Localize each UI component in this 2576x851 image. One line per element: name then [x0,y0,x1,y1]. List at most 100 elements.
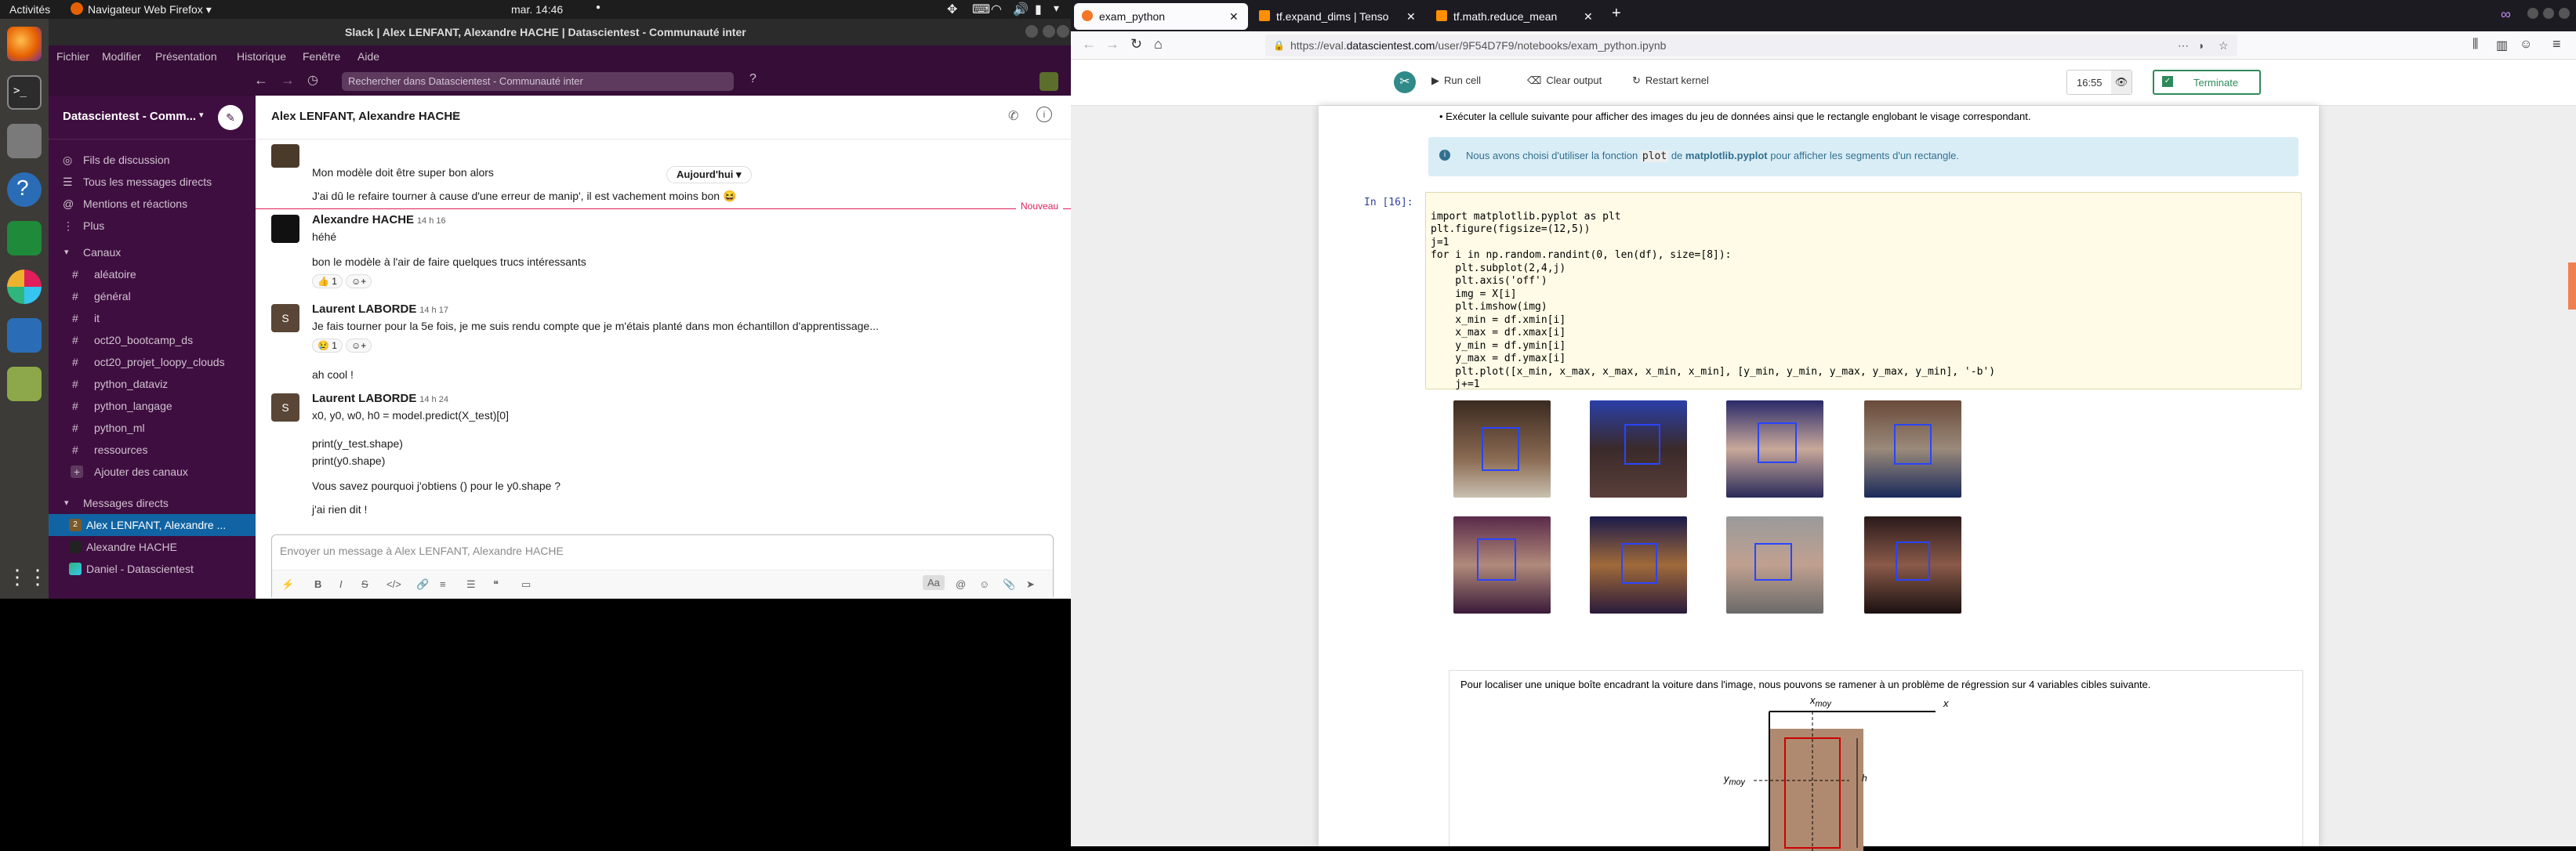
menu-historique[interactable]: Historique [237,50,286,63]
ordered-list-icon[interactable]: ≡ [440,578,446,590]
sidebar-item-channel[interactable]: # aléatoire [49,263,256,285]
avatar[interactable]: S [271,304,299,332]
strikethrough-icon[interactable]: S [361,578,368,590]
tab-tf-expand-dims[interactable]: tf.expand_dims | Tenso ✕ [1251,3,1425,30]
author-name[interactable]: Laurent LABORDE [312,302,416,316]
reload-icon[interactable]: ↻ [1130,36,1142,53]
search-input[interactable]: Rechercher dans Datascientest - Communau… [342,72,734,91]
sidebar-item-all-dms[interactable]: ☰ Tous les messages directs [49,171,256,193]
add-reaction-icon[interactable]: ☺+ [345,339,372,353]
link-icon[interactable]: 🔗 [416,578,429,591]
dm-section-header[interactable]: ▾ Messages directs [49,492,256,514]
menu-fenetre[interactable]: Fenêtre [303,50,340,63]
files-dock-icon[interactable] [7,124,42,158]
sidebar-item-channel[interactable]: # it [49,307,256,329]
code-block-icon[interactable]: ▭ [521,578,531,591]
sidebar-item-channel[interactable]: # python_ml [49,417,256,439]
maximize-button[interactable] [2543,8,2554,19]
restart-kernel-button[interactable]: ↻ Restart kernel [1632,74,1709,87]
italic-icon[interactable]: I [339,578,343,590]
formatting-toggle[interactable]: Aa [923,575,945,590]
battery-icon[interactable]: ▮ [1035,2,1042,17]
history-icon[interactable]: ◷ [307,72,318,88]
sidebar-item-channel[interactable]: # python_dataviz [49,373,256,395]
bookmark-star-icon[interactable]: ☆ [2219,34,2229,56]
new-tab-icon[interactable]: + [1612,5,1621,23]
show-apps-icon[interactable]: ⋮⋮⋮ [7,559,68,594]
account-icon[interactable]: ☺ [2520,38,2532,52]
clear-output-button[interactable]: ⌫ Clear output [1527,74,1602,87]
code-cell[interactable]: import matplotlib.pyplot as plt plt.figu… [1425,192,2302,392]
volume-icon[interactable]: 🔊 [1013,2,1029,17]
attachment-icon[interactable]: 📎 [1003,578,1015,591]
back-arrow-icon[interactable]: ← [1082,36,1096,53]
spreadsheet-dock-icon[interactable] [7,221,42,255]
back-arrow-icon[interactable]: ← [254,72,268,89]
reaction-pill[interactable]: 👍 1 [312,274,343,288]
menu-aide[interactable]: Aide [357,50,379,63]
run-cell-button[interactable]: ▶ Run cell [1431,74,1481,87]
sidebar-item-channel[interactable]: # python_langage [49,395,256,417]
sidebar-item-channel[interactable]: # ressources [49,439,256,461]
code-editor[interactable]: import matplotlib.pyplot as plt plt.figu… [1431,197,1995,392]
bold-icon[interactable]: B [314,578,321,590]
tab-exam-python[interactable]: exam_python ✕ [1074,3,1248,30]
clock[interactable]: mar. 14:46 [511,3,563,16]
sidebar-item-more[interactable]: ⋮ Plus [49,215,256,237]
terminal-dock-icon[interactable]: >_ [7,75,42,110]
sidebar-item-dm[interactable]: Daniel - Datascientest [49,558,256,580]
eye-icon[interactable]: 👁 [2111,71,2132,94]
channels-section-header[interactable]: ▾ Canaux [49,241,256,263]
home-icon[interactable]: ⌂ [1154,36,1163,53]
timestamp[interactable]: 14 h 24 [419,395,448,404]
bulleted-list-icon[interactable]: ☰ [466,578,476,591]
user-avatar[interactable] [1039,72,1058,91]
dropbox-icon[interactable]: ✥ [947,2,957,17]
page-actions-icon[interactable]: ⋯ [2178,34,2189,56]
tab-close-icon[interactable]: ✕ [1584,3,1593,30]
sidebar-item-channel[interactable]: # oct20_projet_loopy_clouds [49,351,256,373]
document-dock-icon[interactable] [7,318,42,353]
tab-tf-reduce-mean[interactable]: tf.math.reduce_mean ✕ [1428,3,1602,30]
avatar[interactable] [271,144,299,168]
hamburger-menu-icon[interactable]: ≡ [2552,36,2561,53]
minimize-button[interactable] [1025,25,1038,38]
avatar[interactable] [271,215,299,243]
send-icon[interactable]: ➤ [1026,578,1035,591]
sidebar-item-channel[interactable]: # oct20_bootcamp_ds [49,329,256,351]
keyboard-icon[interactable]: ⌨ [972,2,990,17]
close-button[interactable] [1057,25,1069,38]
menu-presentation[interactable]: Présentation [155,50,217,63]
minimize-button[interactable] [2527,8,2538,19]
pocket-icon[interactable]: ◗ [2198,34,2204,56]
scrollbar-thumb[interactable] [2568,263,2576,310]
reaction-pill[interactable]: 😢 1 [312,339,343,353]
emoji-icon[interactable]: ☺ [979,578,989,590]
menu-modifier[interactable]: Modifier [102,50,141,63]
timestamp[interactable]: 14 h 17 [419,306,448,315]
wifi-icon[interactable]: ◠ [991,2,1002,17]
close-button[interactable] [2559,8,2570,19]
avatar[interactable]: S [271,393,299,422]
forward-arrow-icon[interactable]: → [281,72,295,89]
compose-icon[interactable]: ✎ [218,105,243,130]
url-bar[interactable]: 🔒 https://eval.datascientest.com/user/9F… [1265,34,2237,56]
add-channels-button[interactable]: + Ajouter des canaux [49,461,256,483]
maximize-button[interactable] [1043,25,1055,38]
bolt-icon[interactable]: ⚡ [281,578,294,591]
date-divider-pill[interactable]: Aujourd'hui ▾ [666,166,752,183]
image-viewer-dock-icon[interactable] [7,367,42,401]
sidebar-icon[interactable]: ▥ [2496,38,2508,53]
terminate-button[interactable]: ✓ Terminate [2153,70,2261,95]
system-menu-icon[interactable]: ▾ [1054,2,1059,15]
timestamp[interactable]: 14 h 16 [417,216,446,226]
sidebar-item-dm[interactable]: Alexandre HACHE [49,536,256,558]
star-icon[interactable]: ☆ [450,108,460,122]
tab-close-icon[interactable]: ✕ [1406,3,1416,30]
activities-button[interactable]: Activités [9,3,50,16]
blockquote-icon[interactable]: ❝ [493,578,499,591]
composer-input[interactable]: Envoyer un message à Alex LENFANT, Alexa… [280,545,564,557]
code-icon[interactable]: </> [386,578,401,590]
menu-fichier[interactable]: Fichier [56,50,89,63]
author-name[interactable]: Laurent LABORDE [312,392,416,405]
